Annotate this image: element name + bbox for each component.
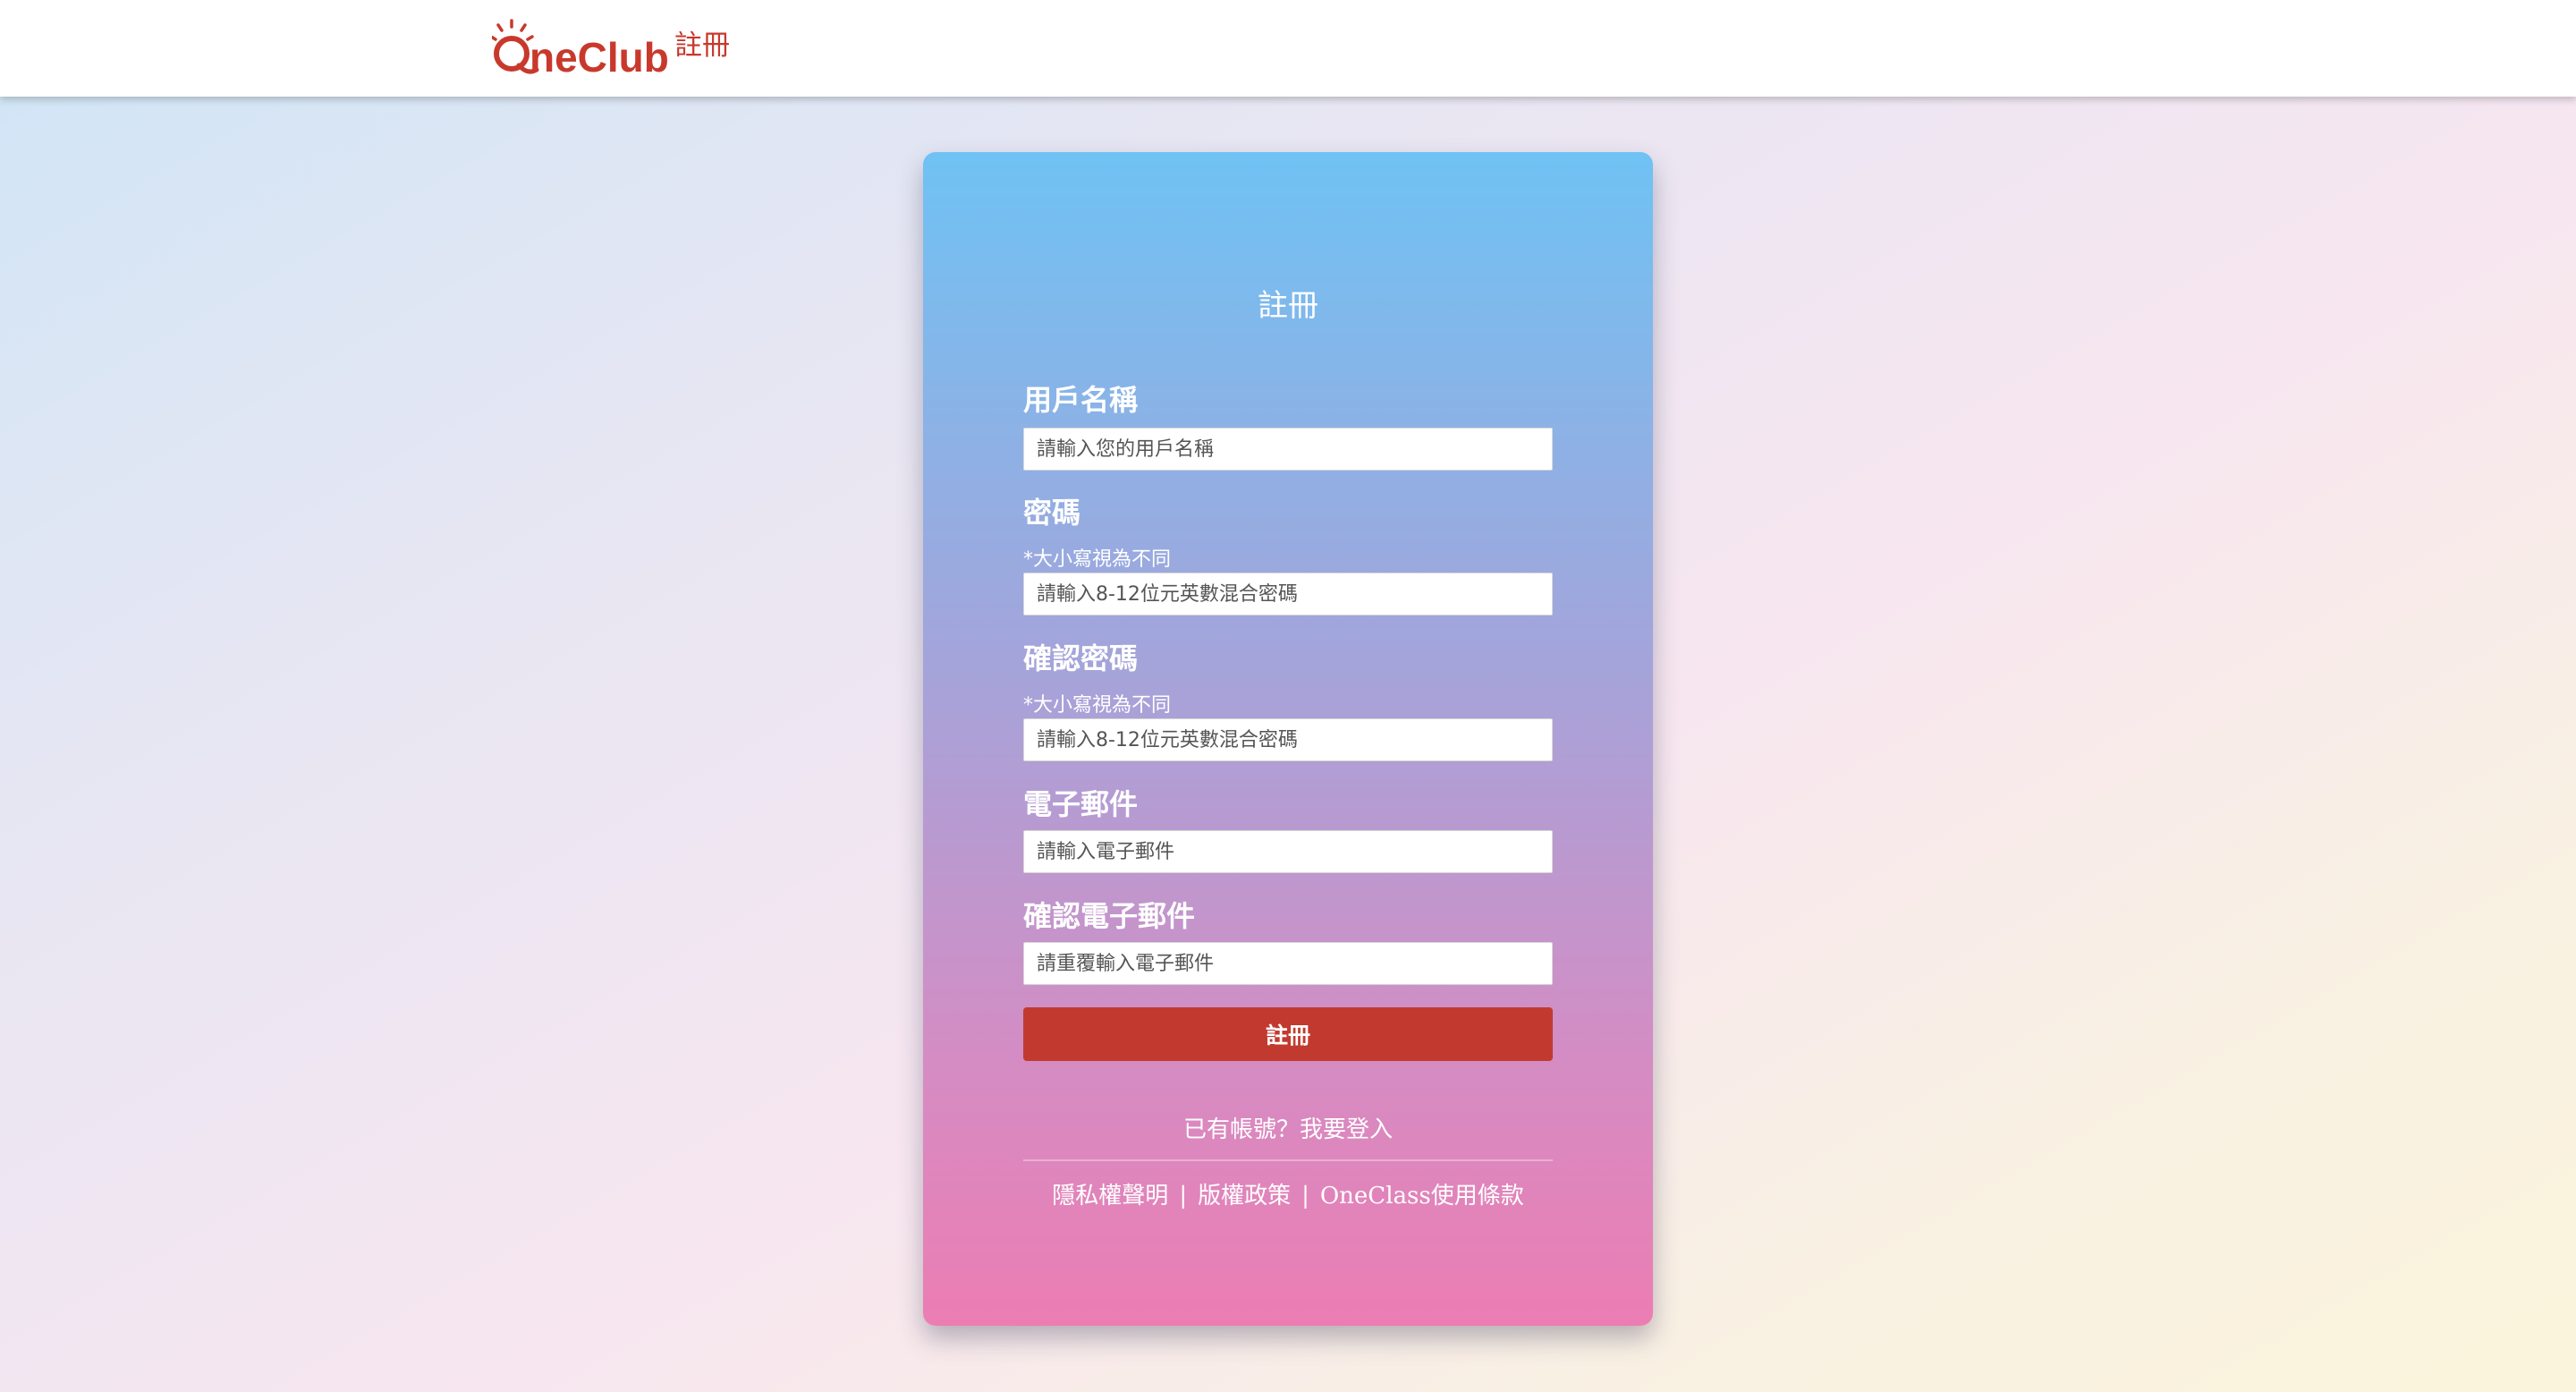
password-hint: *大小寫視為不同 bbox=[1023, 548, 1172, 571]
card-title: 註冊 bbox=[1258, 288, 1318, 324]
password-label: 密碼 bbox=[1023, 496, 1081, 530]
footer-separator: | bbox=[1179, 1183, 1188, 1210]
email-input[interactable] bbox=[1023, 830, 1553, 873]
login-link[interactable]: 已有帳號？我要登入 bbox=[1023, 1111, 1553, 1144]
register-button[interactable]: 註冊 bbox=[1023, 1007, 1553, 1061]
confirm-password-input[interactable] bbox=[1023, 718, 1553, 761]
terms-of-use-link[interactable]: OneClass使用條款 bbox=[1320, 1183, 1524, 1210]
register-card: 註冊 用戶名稱 密碼 *大小寫視為不同 確認密碼 *大小寫視為不同 電子郵件 確… bbox=[923, 152, 1653, 1326]
oneclub-logo-mark: neClub bbox=[492, 19, 667, 81]
oneclub-logo[interactable]: neClub 註冊 bbox=[492, 18, 730, 81]
copyright-policy-link[interactable]: 版權政策 bbox=[1198, 1183, 1291, 1210]
top-navbar: neClub 註冊 bbox=[0, 0, 2576, 97]
password-input[interactable] bbox=[1023, 573, 1553, 615]
confirm-email-label: 確認電子郵件 bbox=[1023, 899, 1196, 933]
username-label: 用戶名稱 bbox=[1023, 383, 1139, 417]
confirm-password-label: 確認密碼 bbox=[1023, 641, 1139, 675]
username-input[interactable] bbox=[1023, 428, 1553, 471]
confirm-password-hint: *大小寫視為不同 bbox=[1023, 694, 1172, 717]
confirm-email-input[interactable] bbox=[1023, 942, 1553, 985]
footer-separator: | bbox=[1301, 1183, 1309, 1210]
footer-links: 隱私權聲明 | 版權政策 | OneClass使用條款 bbox=[1023, 1177, 1553, 1210]
footer-divider bbox=[1023, 1159, 1553, 1161]
email-label: 電子郵件 bbox=[1023, 787, 1139, 821]
logo-wordmark: neClub bbox=[530, 34, 667, 81]
logo-suffix-register: 註冊 bbox=[674, 29, 730, 62]
privacy-policy-link[interactable]: 隱私權聲明 bbox=[1052, 1183, 1168, 1210]
